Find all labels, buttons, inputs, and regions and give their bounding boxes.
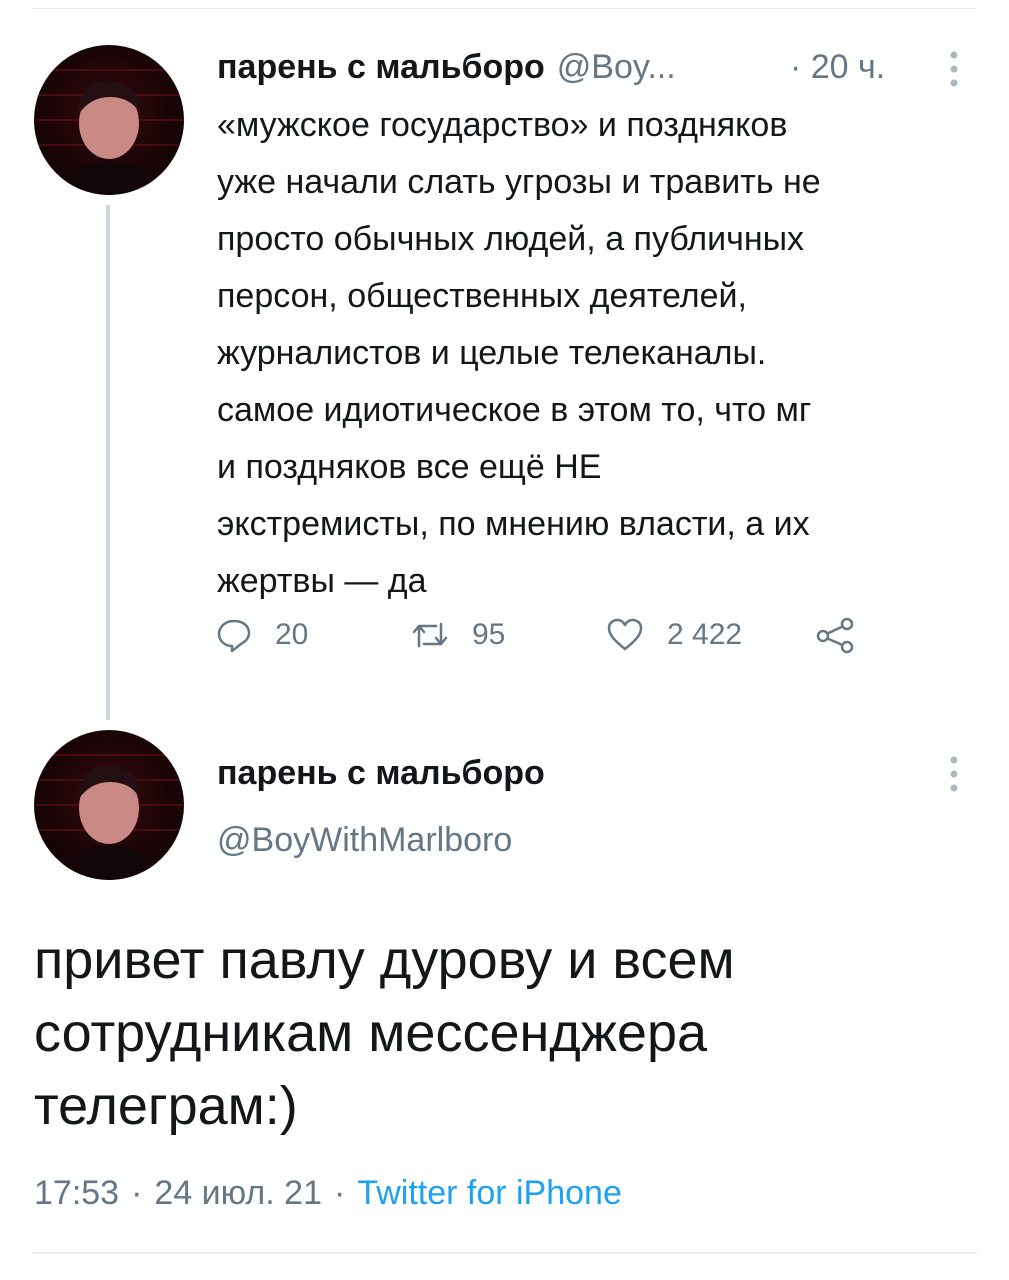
avatar[interactable] bbox=[34, 730, 184, 880]
thread-line bbox=[106, 205, 110, 720]
author-handle[interactable]: @Boy... bbox=[557, 48, 676, 87]
like-button[interactable]: 2 422 bbox=[605, 610, 742, 660]
reply-tweet-header: парень с мальборо @Boy... bbox=[217, 42, 676, 92]
tweet-date[interactable]: 24 июл. 21 bbox=[154, 1174, 322, 1213]
tweet-time[interactable]: · 20 ч. bbox=[790, 42, 885, 92]
tweet-actions: 20 95 2 422 bbox=[215, 610, 915, 660]
reply-button[interactable]: 20 bbox=[215, 610, 308, 660]
tweet-text: привет павлу дурову и всем сотрудникам м… bbox=[34, 930, 735, 1136]
retweet-icon bbox=[410, 616, 450, 654]
tweet-time: 17:53 bbox=[34, 1173, 120, 1212]
bottom-divider bbox=[32, 1252, 977, 1254]
share-icon bbox=[815, 616, 855, 654]
tweet-meta: 17:53 · 24 июл. 21 · Twitter for iPhone bbox=[34, 1168, 622, 1218]
avatar[interactable] bbox=[34, 45, 184, 195]
tweet-text: «мужское государство» и поздняков уже на… bbox=[217, 106, 821, 600]
like-icon bbox=[605, 616, 645, 654]
share-button[interactable] bbox=[815, 610, 855, 660]
meta-separator: · bbox=[131, 1173, 143, 1212]
meta-separator: · bbox=[333, 1173, 346, 1212]
author-handle[interactable]: @BoyWithMarlboro bbox=[217, 815, 512, 865]
retweet-count: 95 bbox=[472, 618, 506, 651]
reply-count: 20 bbox=[275, 618, 309, 651]
more-icon[interactable] bbox=[934, 750, 974, 798]
retweet-button[interactable]: 95 bbox=[410, 610, 505, 660]
more-icon[interactable] bbox=[934, 45, 974, 93]
top-divider bbox=[32, 8, 977, 9]
author-name[interactable]: парень с мальборо bbox=[217, 48, 545, 87]
tweet-source-link[interactable]: Twitter for iPhone bbox=[357, 1174, 622, 1213]
author-name[interactable]: парень с мальборо bbox=[217, 748, 545, 798]
like-count: 2 422 bbox=[667, 618, 743, 651]
reply-icon bbox=[215, 616, 253, 654]
